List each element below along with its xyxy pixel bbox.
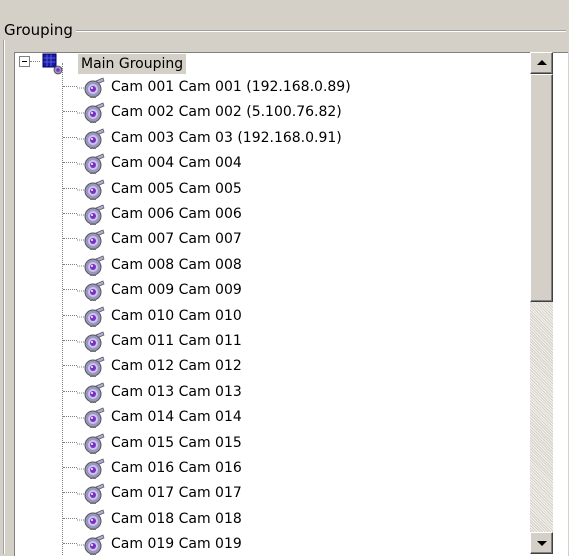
camera-icon (76, 407, 106, 429)
camera-icon (76, 458, 106, 480)
tree-item-label: Cam 013 Cam 013 (111, 383, 242, 400)
camera-icon (76, 331, 106, 353)
groupbox-title: Grouping (2, 20, 76, 40)
tree-item-camera[interactable]: Cam 006 Cam 006 (15, 202, 545, 227)
tree-connector (30, 61, 40, 62)
tree-item-label: Cam 010 Cam 010 (111, 307, 242, 324)
camera-icon (76, 280, 106, 302)
tree-root-main-grouping[interactable]: Main Grouping (78, 54, 187, 74)
scrollbar-thumb[interactable] (530, 74, 553, 302)
tree-connector (63, 263, 77, 265)
camera-icon (76, 102, 106, 124)
tree-item-label: Cam 017 Cam 017 (111, 485, 242, 502)
grouping-tree[interactable]: Main Grouping Cam 001 Cam 001 (192.168.0… (14, 52, 568, 556)
camera-icon (76, 204, 106, 226)
tree-item-label: Cam 019 Cam 019 (111, 536, 242, 553)
camera-icon (76, 306, 106, 328)
tree-item-label: Cam 015 Cam 015 (111, 434, 242, 451)
tree-item-camera[interactable]: Cam 019 Cam 019 (15, 532, 545, 556)
tree-connector (63, 492, 77, 494)
tree-connector (63, 238, 77, 240)
tree-connector (63, 340, 77, 341)
camera-icon (76, 77, 106, 99)
camera-icon (76, 534, 106, 556)
tree-item-camera[interactable]: Cam 015 Cam 015 (15, 431, 545, 456)
tree-connector (63, 441, 77, 443)
tree-item-camera[interactable]: Cam 013 Cam 013 (15, 380, 545, 405)
tree-connector (63, 314, 77, 316)
tree-item-camera[interactable]: Cam 016 Cam 016 (15, 456, 545, 481)
tree-connector (63, 517, 77, 519)
tree-connector (63, 187, 77, 189)
tree-connector (63, 289, 77, 291)
tree-connector (63, 111, 77, 113)
tree-item-camera[interactable]: Cam 004 Cam 004 (15, 151, 545, 176)
tree-item-label: Cam 003 Cam 03 (192.168.0.91) (111, 129, 342, 146)
tree-content: Main Grouping Cam 001 Cam 001 (192.168.0… (15, 53, 545, 556)
tree-connector (63, 86, 77, 87)
tree-item-label: Cam 014 Cam 014 (111, 409, 242, 426)
tree-connector (63, 543, 77, 545)
camera-icon (76, 153, 106, 175)
tree-item-label: Cam 004 Cam 004 (111, 155, 242, 172)
tree-item-camera[interactable]: Cam 001 Cam 001 (192.168.0.89) (15, 75, 545, 100)
tree-item-label: Cam 012 Cam 012 (111, 358, 242, 375)
camera-icon (76, 255, 106, 277)
camera-icon (76, 229, 106, 251)
tree-connector (63, 390, 77, 392)
camera-icon (76, 179, 106, 201)
tree-item-label: Cam 008 Cam 008 (111, 256, 242, 273)
camera-icon (76, 356, 106, 378)
tree-item-label: Cam 011 Cam 011 (111, 333, 242, 349)
tree-item-camera[interactable]: Cam 007 Cam 007 (15, 227, 545, 252)
tree-item-camera[interactable]: Cam 017 Cam 017 (15, 481, 545, 506)
tree-item-camera[interactable]: Cam 008 Cam 008 (15, 253, 545, 278)
tree-item-camera[interactable]: Cam 018 Cam 018 (15, 507, 545, 532)
scroll-down-button[interactable] (530, 532, 553, 554)
camera-icon (76, 382, 106, 404)
arrow-up-icon (537, 60, 547, 65)
tree-item-label: Cam 007 Cam 007 (111, 231, 242, 248)
tree-item-label: Cam 006 Cam 006 (111, 206, 242, 222)
collapse-toggle[interactable] (19, 56, 30, 67)
tree-connector (63, 416, 77, 418)
tree-connector (63, 365, 77, 367)
tree-item-label: Cam 001 Cam 001 (192.168.0.89) (111, 79, 351, 95)
camera-icon (76, 483, 106, 505)
tree-item-label: Cam 005 Cam 005 (111, 180, 242, 197)
tree-connector (63, 162, 77, 164)
tree-connector (63, 136, 77, 138)
tree-item-camera[interactable]: Cam 009 Cam 009 (15, 278, 545, 303)
tree-connector (63, 467, 77, 468)
tree-item-camera[interactable]: Cam 010 Cam 010 (15, 304, 545, 329)
tree-item-label: Cam 016 Cam 016 (111, 460, 242, 476)
tree-item-label: Cam 009 Cam 009 (111, 282, 242, 299)
tree-item-camera[interactable]: Cam 014 Cam 014 (15, 405, 545, 430)
arrow-down-icon (537, 541, 547, 546)
scroll-up-button[interactable] (530, 52, 553, 74)
camera-group-icon (41, 53, 63, 75)
camera-icon (76, 128, 106, 150)
tree-item-camera[interactable]: Cam 011 Cam 011 (15, 329, 545, 354)
camera-icon (76, 509, 106, 531)
tree-item-label: Cam 018 Cam 018 (111, 510, 242, 527)
tree-item-camera[interactable]: Cam 003 Cam 03 (192.168.0.91) (15, 126, 545, 151)
tree-item-label: Cam 002 Cam 002 (5.100.76.82) (111, 104, 342, 121)
vertical-scrollbar[interactable] (530, 52, 553, 554)
camera-icon (76, 433, 106, 455)
tree-item-camera[interactable]: Cam 002 Cam 002 (5.100.76.82) (15, 100, 545, 125)
tree-item-camera[interactable]: Cam 012 Cam 012 (15, 354, 545, 379)
tree-connector (63, 213, 77, 214)
tree-item-camera[interactable]: Cam 005 Cam 005 (15, 177, 545, 202)
